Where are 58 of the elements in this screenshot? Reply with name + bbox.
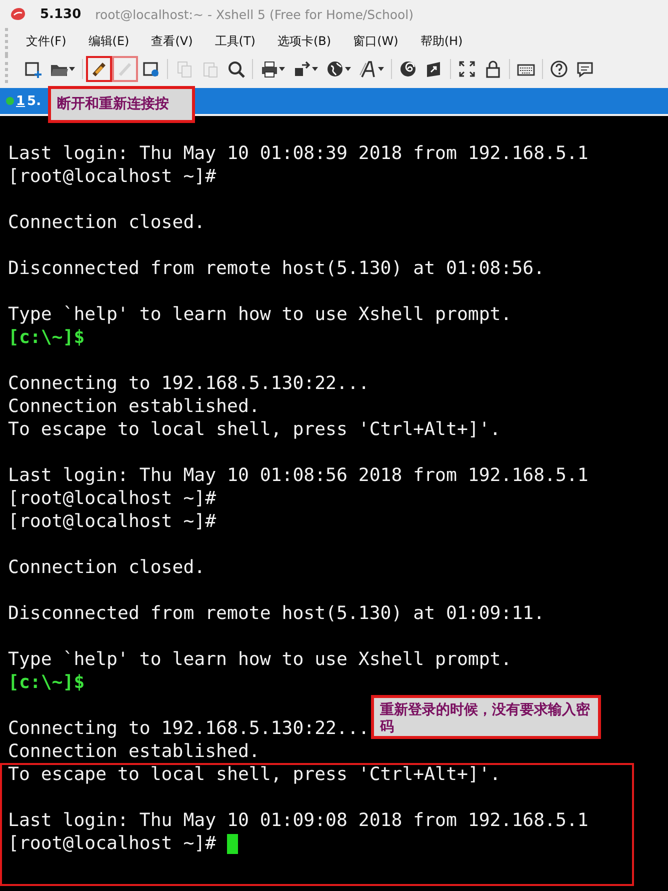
terminal-line: Last login: Thu May 10 01:08:39 2018 from 192.168.5.1 [8, 143, 588, 164]
terminal-line: Type `help' to learn how to use Xshell prompt. [8, 304, 512, 325]
terminal-line: Connection closed. [8, 557, 206, 578]
terminal-line: [root@localhost ~]# [8, 833, 216, 854]
menu-item[interactable]: 选项卡(B) [274, 31, 336, 52]
menu-item[interactable]: 工具(T) [210, 31, 260, 52]
terminal-line: Connection established. [8, 396, 260, 417]
terminal-line: Connection closed. [8, 212, 206, 233]
local-prompt: [c:\~]$ [8, 672, 85, 693]
help-icon [550, 60, 568, 78]
terminal-line: [root@localhost ~]# [8, 166, 216, 187]
terminal-line: Last login: Thu May 10 01:08:56 2018 from 192.168.5.1 [8, 465, 588, 486]
terminal-line: Disconnected from remote host(5.130) at 01:09:11. [8, 603, 545, 624]
new-window-icon [24, 60, 42, 78]
terminal-line: To escape to local shell, press 'Ctrl+Alt+]'. [8, 419, 501, 440]
caret-icon [378, 67, 384, 71]
lock-icon [484, 60, 502, 78]
menu-item[interactable]: 查看(V) [147, 31, 197, 52]
session-tab[interactable]: 1 5. [4, 94, 44, 108]
caret-icon [69, 67, 75, 71]
terminal-line: [root@localhost ~]# [8, 511, 216, 532]
menu-item[interactable]: 文件(F) [22, 31, 70, 52]
pencil-icon [116, 60, 134, 78]
annotation-note: 断开和重新连接按 [48, 86, 195, 123]
caret-icon [279, 67, 285, 71]
pencil-icon [90, 60, 108, 78]
local-prompt: [c:\~]$ [8, 327, 85, 348]
terminal-line: [root@localhost ~]# [8, 488, 216, 509]
toolbar-button[interactable] [86, 56, 112, 82]
chat-icon [576, 60, 594, 78]
arrow-flag-icon [425, 60, 443, 78]
app-logo-icon [10, 7, 26, 21]
menu-item[interactable]: 窗口(W) [349, 31, 402, 52]
search-icon [227, 60, 245, 78]
annotation-note: 重新登录的时候，没有要求输入密码 [371, 695, 601, 739]
transfer-icon [293, 60, 311, 78]
paste-icon [201, 60, 219, 78]
terminal-line: Connecting to 192.168.5.130:22... [8, 718, 370, 739]
fullscreen-icon [458, 60, 476, 78]
spiral-icon [399, 60, 417, 78]
printer-icon [260, 60, 278, 78]
terminal-line: Connecting to 192.168.5.130:22... [8, 373, 370, 394]
tab-number: 1 [16, 94, 26, 108]
window-title: root@localhost:~ - Xshell 5 (Free for Home/School) [95, 6, 414, 22]
terminal-line: Connection established. [8, 741, 260, 762]
terminal-line: Disconnected from remote host(5.130) at 01:08:56. [8, 258, 545, 279]
copy-icon [175, 60, 193, 78]
menu-item[interactable]: 编辑(E) [84, 31, 134, 52]
terminal-line: Type `help' to learn how to use Xshell prompt. [8, 649, 512, 670]
menu-item[interactable]: 帮助(H) [416, 31, 467, 52]
terminal-line: To escape to local shell, press 'Ctrl+Alt+]'. [8, 764, 501, 785]
globe-icon [326, 60, 344, 78]
font-icon [359, 60, 377, 78]
terminal-line: Last login: Thu May 10 01:09:08 2018 from 192.168.5.1 [8, 810, 588, 831]
caret-icon [345, 67, 351, 71]
caret-icon [312, 67, 318, 71]
session-name: 5.130 [40, 6, 82, 22]
tab-label: 5. [27, 94, 42, 108]
